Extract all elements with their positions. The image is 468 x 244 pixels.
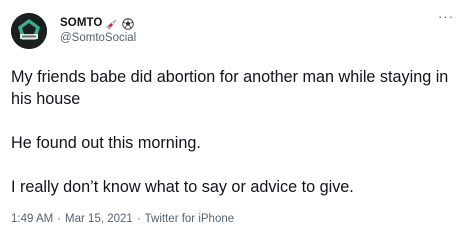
more-horizontal-icon[interactable]: ··· [438,10,454,23]
tweet-paragraph: He found out this morning. [11,134,201,152]
display-name[interactable]: SOMTO [60,17,102,29]
tweet-paragraph: I really don’t know what to say or advic… [11,178,354,196]
tweet-time[interactable]: 1:49 AM [11,213,53,225]
tweet-source[interactable]: Twitter for iPhone [145,213,234,225]
author-handle[interactable]: @SomtoSocial [60,32,136,44]
tweet-text: My friends babe did abortion for another… [11,66,451,198]
tweet-paragraph: My friends babe did abortion for another… [11,68,449,108]
syringe-icon [106,17,118,30]
author-name-row[interactable]: SOMTO [60,15,135,31]
tweet-card: SOMTO @SomtoSocial ··· My friends babe d… [0,0,468,244]
meta-separator: · [57,213,62,225]
tweet-date[interactable]: Mar 15, 2021 [65,213,133,225]
soccer-ball-icon [122,17,135,30]
avatar[interactable] [11,13,47,49]
meta-separator: · [136,213,141,225]
tweet-metadata: 1:49 AM · Mar 15, 2021 · Twitter for iPh… [11,213,234,225]
